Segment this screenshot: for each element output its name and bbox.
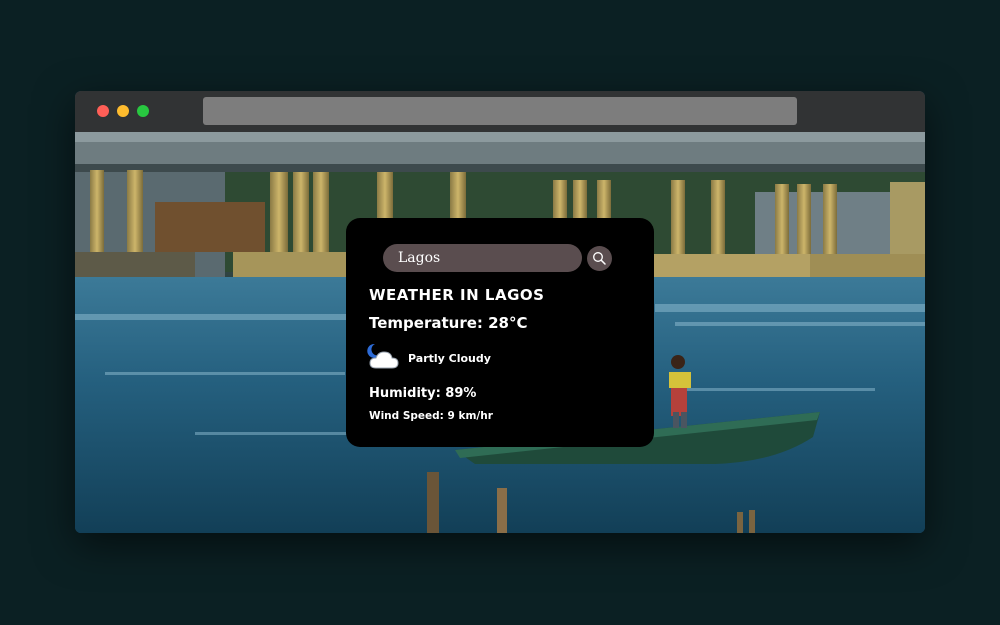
title-bar [75,91,925,132]
search-icon [593,252,606,265]
zoom-window-button[interactable] [137,105,149,117]
partly-cloudy-night-icon [367,343,399,369]
search-button[interactable] [587,246,612,271]
minimize-window-button[interactable] [117,105,129,117]
wind-speed-text: Wind Speed: 9 km/hr [369,410,493,422]
city-heading: Weather in Lagos [369,286,545,304]
weather-card: Weather in Lagos Temperature: 28°C Partl… [346,218,654,447]
temperature-text: Temperature: 28°C [369,314,528,332]
condition-row: Partly Cloudy [367,342,567,372]
search-bar [383,244,613,274]
address-bar[interactable] [203,97,797,125]
browser-window: Weather in Lagos Temperature: 28°C Partl… [75,91,925,533]
page-viewport: Weather in Lagos Temperature: 28°C Partl… [75,132,925,533]
condition-text: Partly Cloudy [408,352,491,365]
humidity-text: Humidity: 89% [369,386,477,401]
close-window-button[interactable] [97,105,109,117]
city-search-input[interactable] [383,244,582,272]
